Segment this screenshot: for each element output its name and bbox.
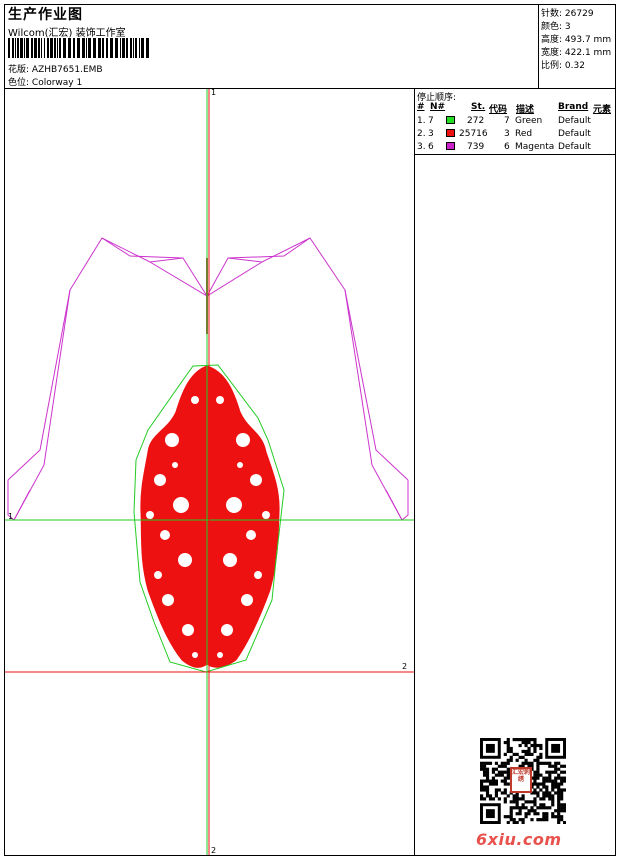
axis-label-right: 2 <box>402 662 408 671</box>
axis-label-bottom: 2 <box>211 846 217 855</box>
axis-label-left: 1 <box>8 512 14 521</box>
design-canvas <box>5 89 414 855</box>
seal-stamp: 汇宏刺绣 <box>510 767 532 793</box>
axis-label-top: 1 <box>211 88 217 97</box>
watermark: 6xiu.com <box>476 830 562 849</box>
